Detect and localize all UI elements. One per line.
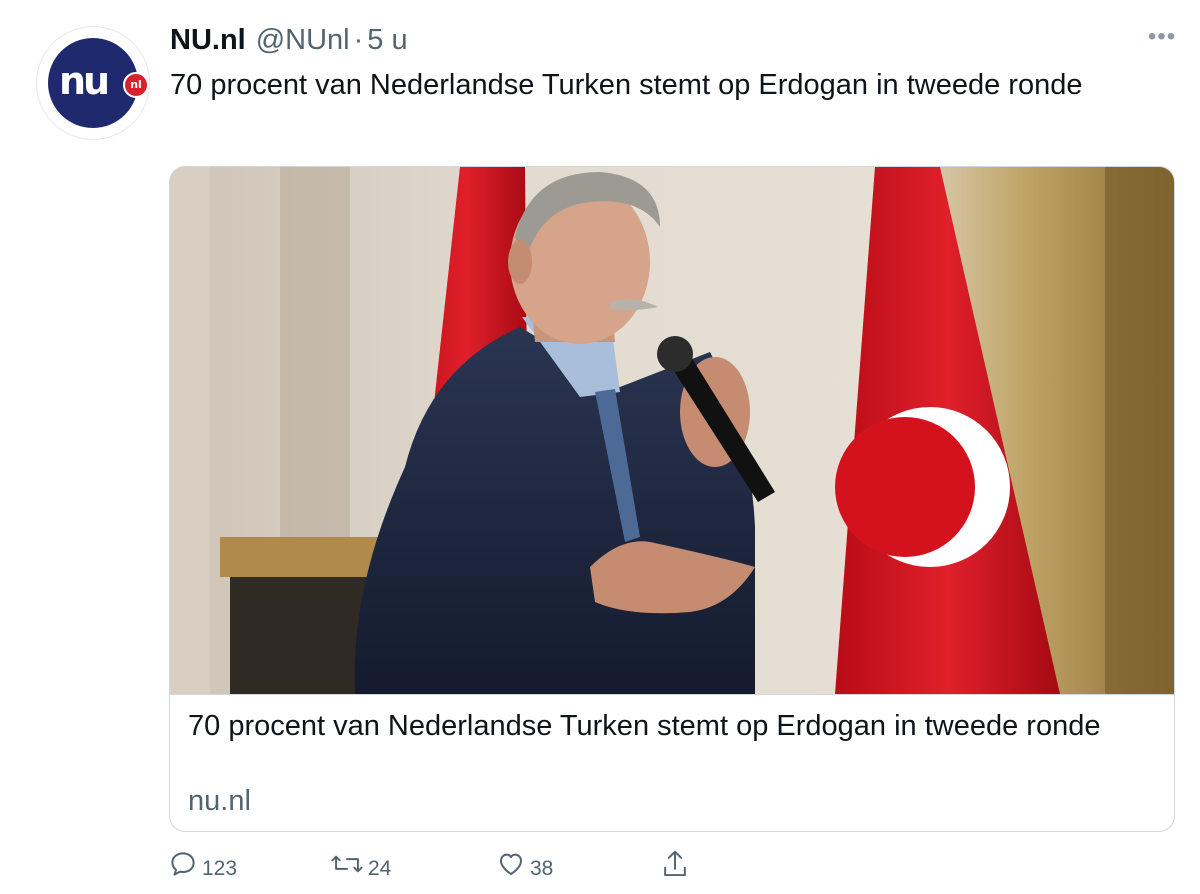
reply-count: 123 (202, 857, 238, 880)
author-name[interactable]: NU.nl (170, 24, 246, 57)
card-image[interactable] (170, 167, 1174, 694)
action-bar: 123 24 38 (0, 842, 1200, 888)
like-button[interactable]: 38 (496, 846, 553, 882)
card-domain: nu.nl (188, 785, 251, 817)
card-meta[interactable]: 70 procent van Nederlandse Turken stemt … (170, 694, 1174, 831)
share-button[interactable] (660, 846, 690, 882)
tweet[interactable]: nu nl NU.nl @NUnl · 5 u ••• 70 procent v… (0, 0, 1200, 894)
avatar[interactable]: nu nl (37, 27, 149, 139)
separator-dot: · (353, 23, 364, 56)
retweet-button[interactable]: 24 (330, 846, 391, 882)
retweet-count: 24 (368, 857, 392, 880)
card-title[interactable]: 70 procent van Nederlandse Turken stemt … (188, 707, 1148, 745)
reply-icon (168, 849, 198, 879)
share-icon (660, 848, 690, 880)
retweet-icon (330, 849, 364, 879)
tweet-header: NU.nl @NUnl · 5 u (170, 20, 408, 60)
like-count: 38 (530, 857, 554, 880)
reply-button[interactable]: 123 (168, 846, 237, 882)
link-card[interactable]: 70 procent van Nederlandse Turken stemt … (169, 166, 1175, 832)
more-dots-icon[interactable]: ••• (1144, 22, 1180, 52)
tweet-timestamp[interactable]: 5 u (367, 24, 407, 57)
author-handle[interactable]: @NUnl (256, 24, 350, 57)
heart-icon (496, 849, 526, 879)
avatar-nl-badge: nl (123, 72, 149, 98)
tweet-text: 70 procent van Nederlandse Turken stemt … (170, 69, 1083, 101)
avatar-logo-text: nu (59, 59, 110, 103)
